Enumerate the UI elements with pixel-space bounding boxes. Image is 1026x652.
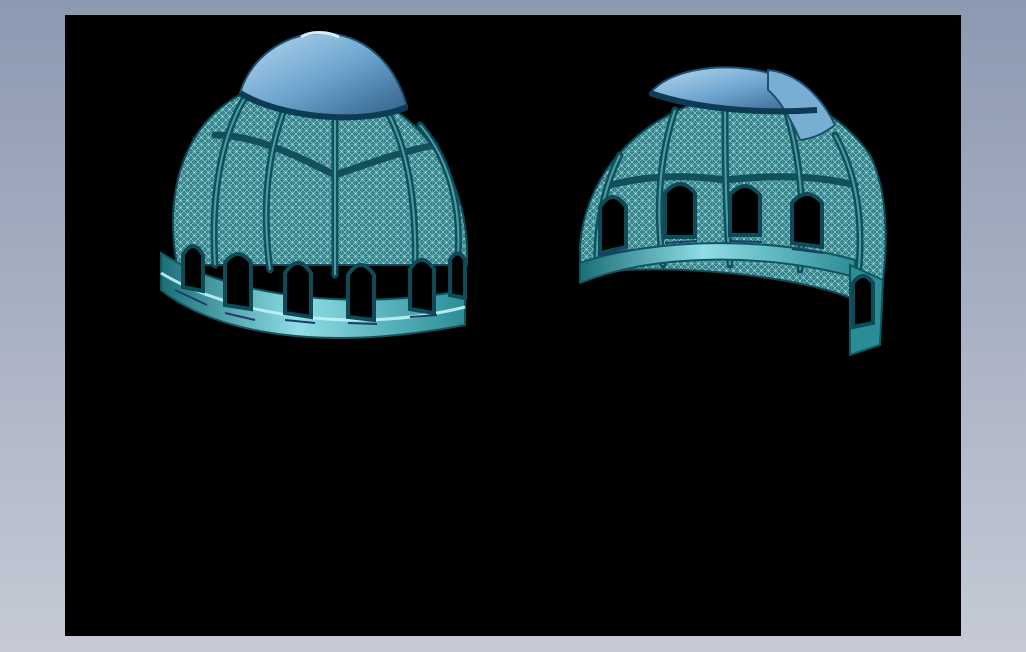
viewport-canvas[interactable] — [65, 15, 961, 636]
viewport-background — [65, 15, 961, 636]
3d-viewport[interactable] — [65, 15, 961, 636]
cad-application — [0, 0, 1026, 652]
